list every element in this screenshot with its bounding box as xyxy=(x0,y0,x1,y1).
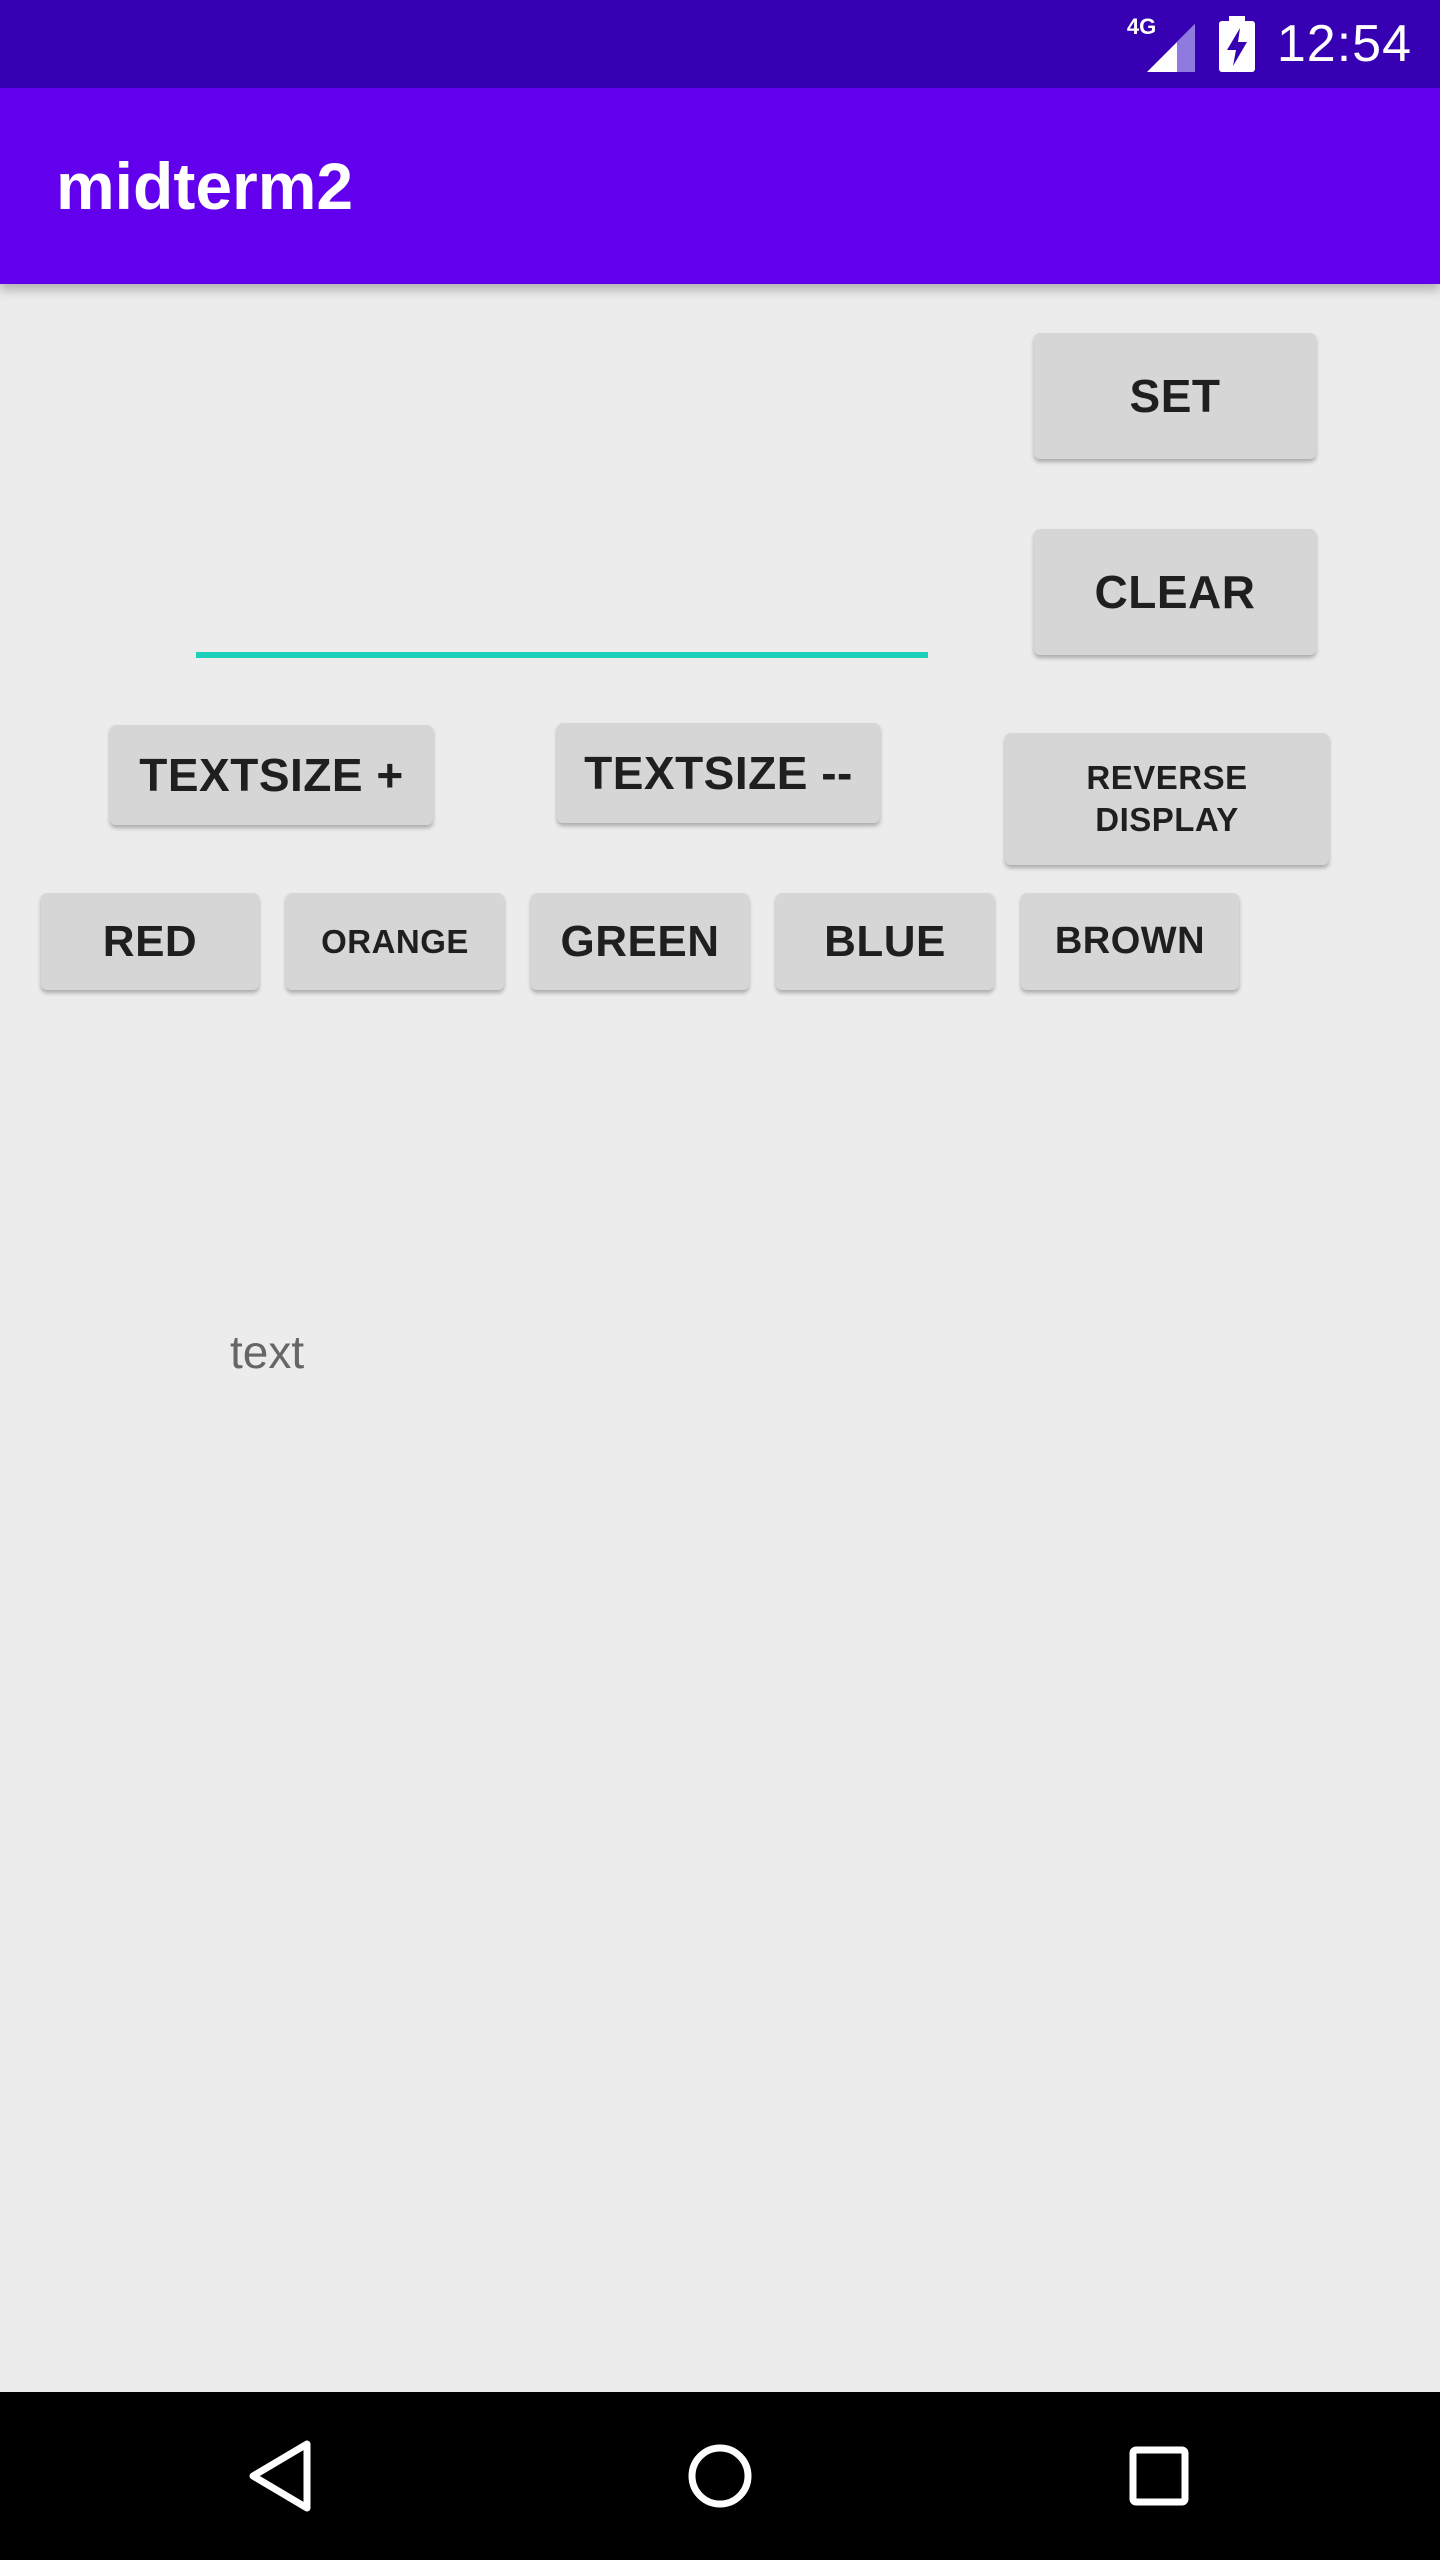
status-time: 12:54 xyxy=(1276,15,1412,73)
reverse-display-button[interactable]: REVERSE DISPLAY xyxy=(1005,733,1329,865)
navigation-bar xyxy=(0,2392,1440,2560)
set-button[interactable]: SET xyxy=(1034,333,1316,459)
green-button[interactable]: GREEN xyxy=(531,893,749,990)
text-input[interactable] xyxy=(196,560,928,658)
home-icon xyxy=(688,2444,752,2508)
orange-button[interactable]: ORANGE xyxy=(286,893,504,990)
back-icon xyxy=(249,2440,311,2512)
app-title: midterm2 xyxy=(56,149,354,223)
red-button[interactable]: RED xyxy=(41,893,259,990)
app-bar: midterm2 xyxy=(0,88,1440,284)
display-text: text xyxy=(230,1326,305,1378)
home-button[interactable] xyxy=(620,2392,820,2560)
clear-button[interactable]: CLEAR xyxy=(1034,529,1316,655)
textsize-plus-button[interactable]: TEXTSIZE + xyxy=(110,725,433,825)
screen: 4G 12:54 midterm2 SET CLEAR TEXTSIZE + T… xyxy=(0,0,1440,2560)
status-icons: 4G 12:54 xyxy=(1127,0,1412,88)
recents-icon xyxy=(1129,2446,1189,2506)
recents-button[interactable] xyxy=(1059,2392,1259,2560)
blue-button[interactable]: BLUE xyxy=(776,893,994,990)
textsize-minus-button[interactable]: TEXTSIZE -- xyxy=(557,723,880,823)
brown-button[interactable]: BROWN xyxy=(1021,893,1239,990)
back-button[interactable] xyxy=(180,2392,380,2560)
signal-icon: 4G xyxy=(1127,14,1197,74)
battery-charging-icon xyxy=(1218,16,1255,72)
status-bar: 4G 12:54 xyxy=(0,0,1440,88)
